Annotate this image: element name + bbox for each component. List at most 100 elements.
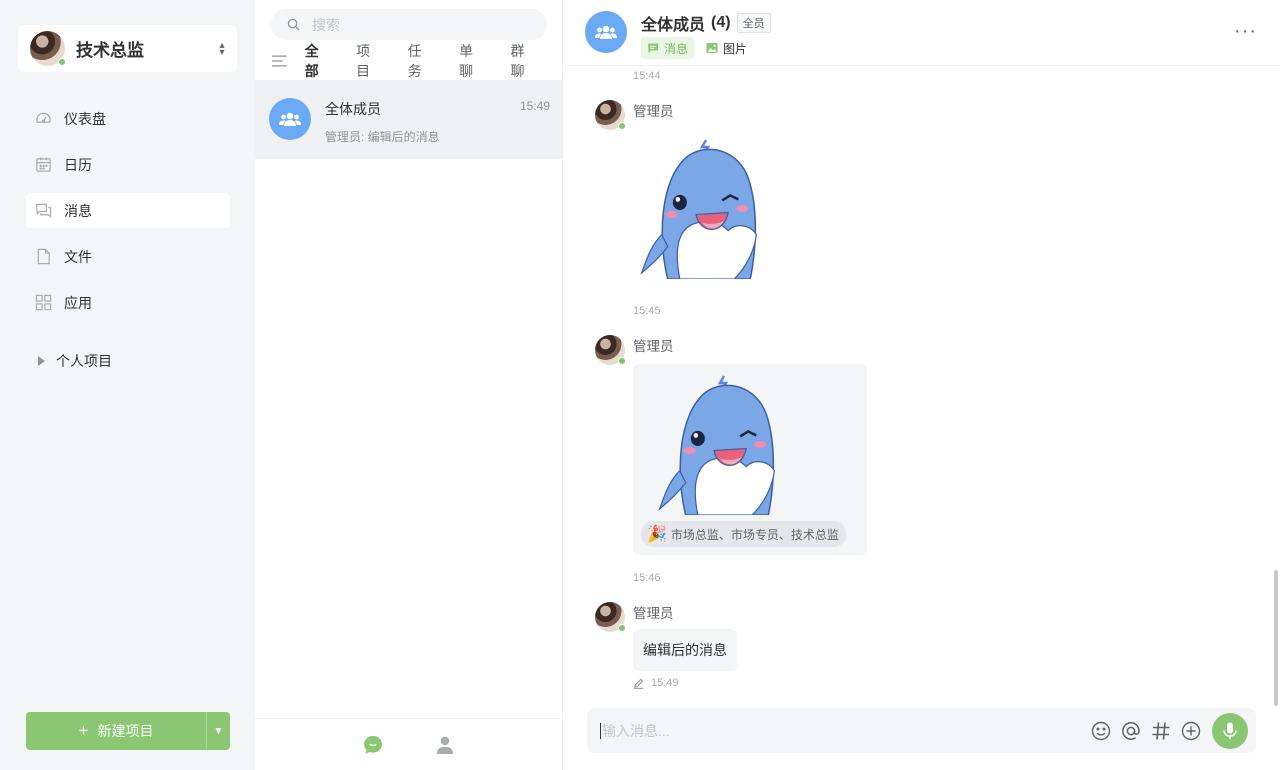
nav-item-apps[interactable]: 应用 xyxy=(26,285,230,320)
filter-tab-groups[interactable]: 群聊 xyxy=(511,41,538,81)
message-time: 15:45 xyxy=(633,305,661,317)
more-options-icon[interactable]: ··· xyxy=(1234,21,1257,41)
conversation-item[interactable]: 全体成员 15:49 管理员: 编辑后的消息 xyxy=(255,80,562,159)
all-members-badge: 全员 xyxy=(736,13,771,33)
personal-projects-label: 个人项目 xyxy=(56,353,112,369)
message-icon xyxy=(648,43,658,53)
sender-name: 管理员 xyxy=(633,104,674,119)
tab-messages[interactable]: 消息 xyxy=(641,37,695,59)
avatar xyxy=(595,602,626,632)
edit-pencil-icon xyxy=(633,678,644,689)
chat-title: 全体成员 xyxy=(641,17,706,34)
group-avatar[interactable] xyxy=(585,11,627,53)
member-count: (4) xyxy=(711,14,731,31)
new-project-button[interactable]: + 新建项目 xyxy=(26,712,206,750)
dashboard-icon xyxy=(35,110,52,127)
image-icon xyxy=(706,43,718,53)
new-project-dropdown-button[interactable]: ▼ xyxy=(206,712,230,750)
group-avatar xyxy=(269,98,311,140)
sender-name: 管理员 xyxy=(633,339,674,354)
chat-scrollbar[interactable] xyxy=(1274,570,1278,706)
nav-item-dashboard[interactable]: 仪表盘 xyxy=(26,101,230,136)
avatar xyxy=(595,335,626,365)
chevron-up-down-icon: ▴ ▾ xyxy=(219,39,225,58)
tab-label: 消息 xyxy=(664,41,689,56)
user-name: 技术总监 xyxy=(76,41,144,60)
chevron-down-icon: ▼ xyxy=(213,725,224,737)
message-composer xyxy=(587,708,1256,753)
online-status-dot xyxy=(618,122,626,130)
file-icon xyxy=(35,248,52,265)
calendar-icon xyxy=(35,156,52,173)
message-icon xyxy=(35,202,52,219)
mention-icon[interactable] xyxy=(1120,720,1142,742)
main-nav: 仪表盘 日历 消息 文件 应用 xyxy=(26,101,230,331)
sidebar: 技术总监 ▴ ▾ 仪表盘 日历 消息 文件 应用 个人项目 + 新建项目 ▼ xyxy=(0,0,255,770)
new-project-group: + 新建项目 ▼ xyxy=(26,712,230,750)
nav-label: 应用 xyxy=(64,294,92,311)
text-cursor xyxy=(600,722,601,739)
mid-bottom-bar xyxy=(255,718,562,770)
nav-label: 日历 xyxy=(64,156,92,173)
search-placeholder: 搜索 xyxy=(312,16,340,33)
voice-record-button[interactable] xyxy=(1212,712,1248,749)
menu-icon[interactable] xyxy=(272,55,287,67)
avatar xyxy=(30,31,66,66)
online-status-dot xyxy=(58,58,66,66)
nav-item-messages[interactable]: 消息 xyxy=(26,193,230,228)
chat-tabs: 消息 图片 xyxy=(641,37,759,59)
reaction-users: 市场总监、市场专员、技术总监 xyxy=(670,527,839,542)
message-input[interactable] xyxy=(602,722,1090,739)
group-icon xyxy=(595,25,617,39)
filter-tab-all[interactable]: 全部 xyxy=(305,41,332,81)
party-popper-icon: 🎉 xyxy=(647,526,667,543)
emoji-icon[interactable] xyxy=(1090,720,1112,742)
group-icon xyxy=(279,112,301,126)
topic-hash-icon[interactable] xyxy=(1150,720,1172,742)
filter-tab-projects[interactable]: 项目 xyxy=(356,41,383,81)
chat-header: 全体成员 (4) 全员 消息 图片 ··· xyxy=(563,0,1280,66)
conversation-preview: 管理员: 编辑后的消息 xyxy=(325,130,440,144)
dolphin-sticker-image[interactable] xyxy=(633,138,773,280)
chat-panel: 15:44 管理员 15:45 管理员 🎉 市场总监、市场专员、技术总监 15:… xyxy=(563,0,1280,770)
nav-item-files[interactable]: 文件 xyxy=(26,239,230,274)
plus-icon: + xyxy=(78,721,89,740)
conversation-filters: 全部 项目 任务 单聊 群聊 xyxy=(272,43,562,79)
conversation-name: 全体成员 xyxy=(325,101,381,117)
filter-tab-tasks[interactable]: 任务 xyxy=(408,41,435,81)
message-time: 15:46 xyxy=(633,572,661,584)
microphone-icon xyxy=(1223,722,1237,739)
contacts-icon[interactable] xyxy=(434,734,456,756)
nav-label: 仪表盘 xyxy=(64,110,106,127)
search-input[interactable]: 搜索 xyxy=(271,9,547,40)
text-message-bubble[interactable]: 编辑后的消息 xyxy=(633,629,737,671)
message-time: 15:49 xyxy=(651,677,679,689)
conversation-list-panel: 搜索 全部 项目 任务 单聊 群聊 全体成员 15:49 管理员: 编辑后的消息 xyxy=(255,0,563,770)
search-icon xyxy=(287,18,300,31)
message-time: 15:44 xyxy=(633,70,661,82)
new-project-label: 新建项目 xyxy=(97,723,154,739)
nav-label: 文件 xyxy=(64,248,92,265)
user-switcher[interactable]: 技术总监 ▴ ▾ xyxy=(18,25,237,72)
chat-title-row: 全体成员 (4) 全员 xyxy=(641,11,771,35)
chat-bubble-icon[interactable] xyxy=(362,734,384,756)
message-item: 管理员 🎉 市场总监、市场专员、技术总监 xyxy=(595,335,867,555)
tab-label: 图片 xyxy=(723,41,748,56)
caret-right-icon xyxy=(38,356,45,366)
nav-label: 消息 xyxy=(64,202,92,219)
sender-name: 管理员 xyxy=(633,606,674,621)
reaction-badge[interactable]: 🎉 市场总监、市场专员、技术总监 xyxy=(641,521,846,547)
personal-projects-toggle[interactable]: 个人项目 xyxy=(38,351,112,371)
sticker-message-card: 🎉 市场总监、市场专员、技术总监 xyxy=(633,364,867,555)
message-item: 管理员 xyxy=(595,100,773,282)
dolphin-sticker-image[interactable] xyxy=(651,374,791,515)
conversation-time: 15:49 xyxy=(519,99,550,113)
online-status-dot xyxy=(618,357,626,365)
avatar xyxy=(595,100,626,130)
filter-tab-direct[interactable]: 单聊 xyxy=(459,41,486,81)
add-attachment-icon[interactable] xyxy=(1180,720,1202,742)
tab-images[interactable]: 图片 xyxy=(700,37,753,59)
message-edited-row: 15:49 xyxy=(633,677,679,689)
nav-item-calendar[interactable]: 日历 xyxy=(26,147,230,182)
apps-icon xyxy=(35,294,52,311)
